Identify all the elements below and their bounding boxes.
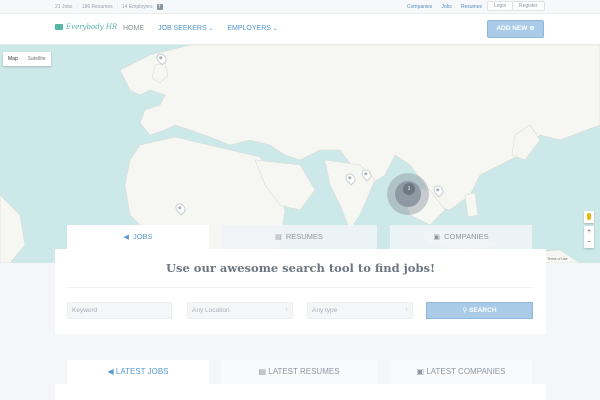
search-button[interactable]: ⚲ SEARCH	[426, 302, 533, 319]
briefcase-icon: ▣	[416, 367, 425, 376]
divider	[67, 287, 533, 288]
tab-jobs[interactable]: ◀ JOBS	[67, 225, 209, 249]
search-panel: Use our awesome search tool to find jobs…	[55, 249, 546, 334]
briefcase-icon	[55, 24, 63, 30]
type-select-value: Any type	[312, 307, 338, 314]
tab-resumes-label: RESUMES	[285, 232, 323, 241]
briefcase-icon: ▣	[433, 234, 441, 241]
tab-latest-resumes[interactable]: ▤ LATEST RESUMES	[221, 360, 377, 384]
top-bar: 21 Jobs | 186 Resumes | 14 Employers f C…	[0, 0, 600, 14]
nav-employers[interactable]: EMPLOYERS	[227, 25, 277, 32]
chevron-updown-icon: ↕	[285, 307, 289, 313]
location-select-value: Any Location	[192, 307, 230, 314]
tab-companies-label: COMPANIES	[444, 232, 489, 241]
keyword-input[interactable]: Keyword	[67, 302, 172, 319]
type-select[interactable]: Any type ↕	[307, 302, 413, 319]
map-cluster-count[interactable]: 1	[403, 183, 415, 195]
search-button-label: SEARCH	[469, 307, 497, 314]
jobs-count: 21 Jobs	[55, 4, 73, 10]
divider: |	[116, 4, 118, 10]
tab-resumes[interactable]: ▤ RESUMES	[221, 225, 377, 249]
zoom-control: + −	[584, 226, 594, 248]
login-button[interactable]: Login	[487, 1, 514, 11]
nav-home[interactable]: HOME	[123, 25, 144, 32]
map-terms[interactable]: Terms of Use	[545, 257, 570, 261]
top-links: Companies Jobs Resumes	[407, 4, 482, 10]
site-logo[interactable]: Everybody HR	[55, 23, 117, 31]
latest-panel	[55, 384, 546, 400]
search-title: Use our awesome search tool to find jobs…	[165, 261, 436, 275]
megaphone-icon: ◀	[107, 367, 114, 376]
register-button[interactable]: Register	[512, 1, 545, 11]
chevron-updown-icon: ↕	[405, 307, 409, 313]
add-new-button[interactable]: ADD NEW ⊕	[487, 20, 544, 38]
zoom-in-button[interactable]: +	[584, 226, 594, 237]
top-link-jobs[interactable]: Jobs	[441, 4, 452, 10]
map-type-satellite[interactable]: Satellite	[23, 52, 51, 66]
search-icon: ⚲	[462, 307, 468, 314]
tab-latest-resumes-label: LATEST RESUMES	[268, 367, 340, 376]
top-link-resumes[interactable]: Resumes	[461, 4, 482, 10]
tab-latest-jobs-label: LATEST JOBS	[115, 367, 169, 376]
tab-latest-companies-label: LATEST COMPANIES	[426, 367, 506, 376]
facebook-icon[interactable]: f	[156, 4, 163, 10]
resumes-count: 186 Resumes	[81, 4, 113, 10]
document-icon: ▤	[275, 234, 282, 241]
nav-job-seekers[interactable]: JOB SEEKERS	[158, 25, 213, 32]
employers-count: 14 Employers	[122, 4, 153, 10]
location-select[interactable]: Any Location ↕	[187, 302, 293, 319]
divider: |	[76, 4, 78, 10]
zoom-out-button[interactable]: −	[584, 237, 594, 248]
map-type-map[interactable]: Map	[3, 52, 23, 66]
logo-text: Everybody HR	[66, 23, 118, 31]
site-header: Everybody HR HOME JOB SEEKERS EMPLOYERS …	[0, 14, 600, 45]
main-nav: HOME JOB SEEKERS EMPLOYERS	[123, 25, 278, 32]
tab-latest-jobs[interactable]: ◀ LATEST JOBS	[67, 360, 209, 384]
tab-jobs-label: JOBS	[132, 232, 153, 241]
top-link-companies[interactable]: Companies	[407, 4, 432, 10]
tab-companies[interactable]: ▣ COMPANIES	[390, 225, 532, 249]
map-type-control: Map Satellite	[3, 52, 51, 66]
megaphone-icon: ◀	[123, 234, 129, 241]
document-icon: ▤	[258, 367, 267, 376]
tab-latest-companies[interactable]: ▣ LATEST COMPANIES	[390, 360, 532, 384]
site-stats: 21 Jobs | 186 Resumes | 14 Employers f	[55, 4, 163, 10]
street-view-icon[interactable]	[584, 211, 594, 223]
